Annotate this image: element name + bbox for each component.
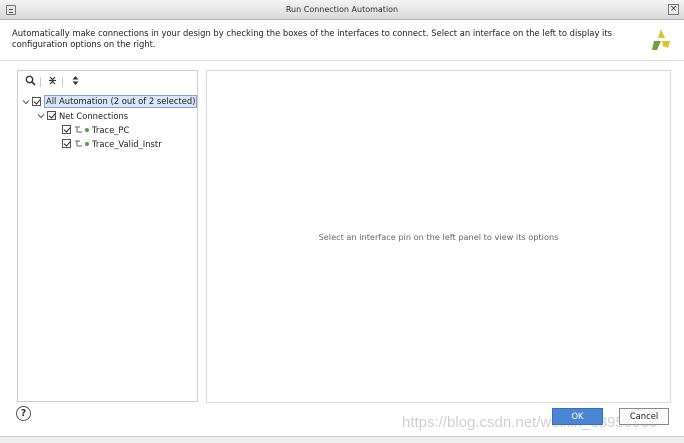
tree-root-label: All Automation (2 out of 2 selected) xyxy=(44,95,198,108)
interface-tree-panel: All Automation (2 out of 2 selected) Net… xyxy=(17,70,198,402)
tree-item-label: Trace_PC xyxy=(92,124,130,135)
pin-icon xyxy=(75,140,82,147)
group-checkbox[interactable] xyxy=(47,111,56,120)
header-divider xyxy=(0,60,684,61)
status-dot-icon xyxy=(85,127,89,132)
root-checkbox[interactable] xyxy=(32,97,41,106)
window-title: Run Connection Automation xyxy=(285,5,399,14)
options-panel: Select an interface pin on the left pane… xyxy=(206,70,671,403)
expand-all-icon[interactable] xyxy=(68,75,82,89)
collapse-all-icon[interactable] xyxy=(45,75,59,89)
pin-icon xyxy=(75,126,82,133)
options-placeholder-text: Select an interface pin on the left pane… xyxy=(318,232,559,242)
chevron-down-icon[interactable] xyxy=(37,112,45,120)
status-bar xyxy=(0,436,684,443)
chevron-down-icon[interactable] xyxy=(22,98,30,106)
tree-group-label: Net Connections xyxy=(59,110,129,121)
close-icon[interactable]: × xyxy=(668,4,679,15)
title-bar: Run Connection Automation × xyxy=(0,0,684,20)
tree-root-row[interactable]: All Automation (2 out of 2 selected) xyxy=(22,95,198,108)
tree-group-row[interactable]: Net Connections xyxy=(37,109,128,122)
tree-item-label: Trace_Valid_Instr xyxy=(92,138,162,149)
status-dot-icon xyxy=(85,141,89,146)
cancel-button[interactable]: Cancel xyxy=(619,408,669,425)
item-checkbox[interactable] xyxy=(62,139,71,148)
item-checkbox[interactable] xyxy=(62,125,71,134)
ok-button[interactable]: OK xyxy=(552,408,603,425)
toolbar-divider xyxy=(40,77,41,87)
toolbar-divider xyxy=(62,77,63,87)
description-text: Automatically make connections in your d… xyxy=(12,28,613,49)
search-icon[interactable] xyxy=(23,75,37,89)
help-button[interactable]: ? xyxy=(16,406,31,421)
vivado-logo-icon xyxy=(652,29,670,50)
tree-item-row[interactable]: Trace_Valid_Instr xyxy=(62,137,162,150)
tree-item-row[interactable]: Trace_PC xyxy=(62,123,129,136)
tree-toolbar xyxy=(18,71,197,93)
